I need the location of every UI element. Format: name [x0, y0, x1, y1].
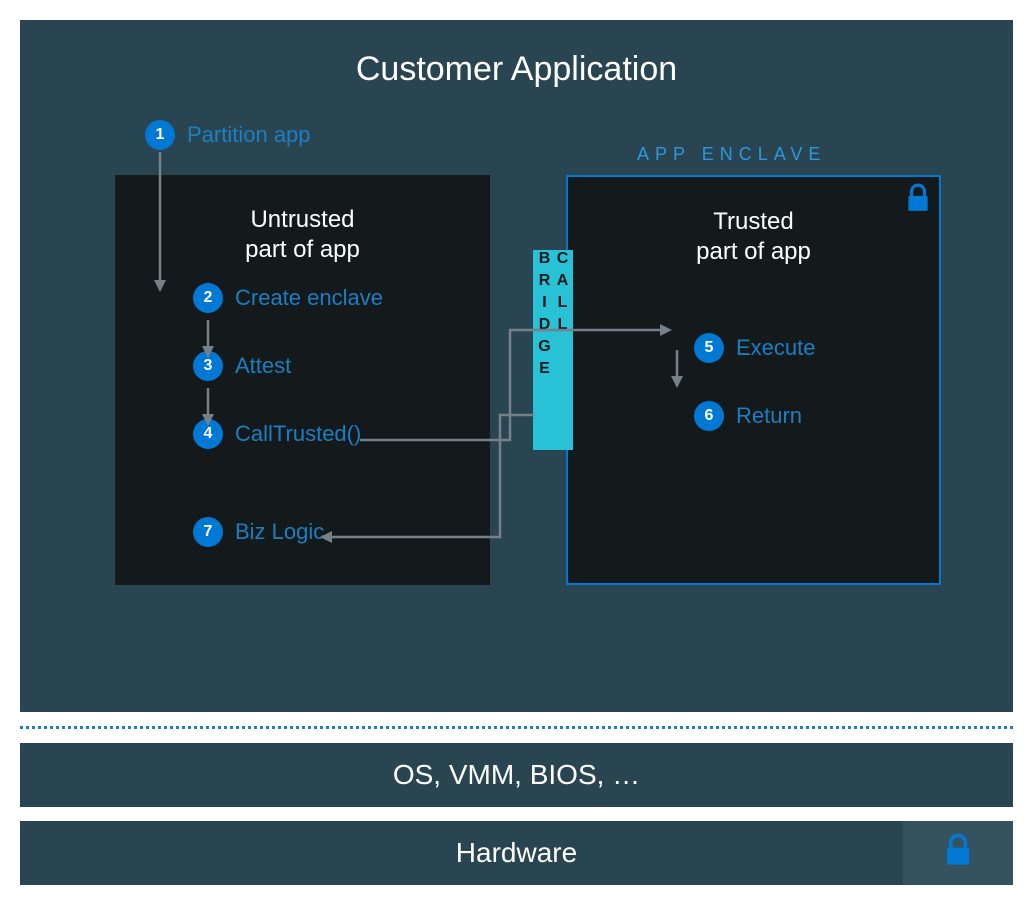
arrow-2-3 [207, 320, 209, 358]
step-badge-1: 1 [145, 120, 175, 150]
step-label-partition: Partition app [187, 122, 311, 148]
arrow-3-4 [207, 388, 209, 426]
lock-icon [943, 833, 973, 874]
dotted-divider [20, 726, 1013, 729]
step-return: 6 Return [694, 401, 909, 431]
step-create-enclave: 2 Create enclave [193, 283, 460, 313]
arrow-1-2 [159, 152, 161, 292]
panel-title: Customer Application [62, 50, 971, 89]
os-bar: OS, VMM, BIOS, … [20, 743, 1013, 807]
hardware-lock-box [903, 821, 1013, 885]
lock-icon [905, 183, 931, 218]
untrusted-title: Untrusted part of app [145, 205, 460, 265]
trusted-title: Trusted part of app [598, 207, 909, 267]
step-partition: 1 Partition app [145, 120, 311, 150]
app-enclave-label: APP ENCLAVE [637, 144, 826, 165]
arrow-bridge-7 [320, 415, 550, 545]
step-execute: 5 Execute [694, 333, 909, 363]
customer-application-panel: Customer Application 1 Partition app Unt… [20, 20, 1013, 712]
arrow-5-6 [676, 350, 678, 388]
hardware-bar: Hardware [20, 821, 1013, 885]
